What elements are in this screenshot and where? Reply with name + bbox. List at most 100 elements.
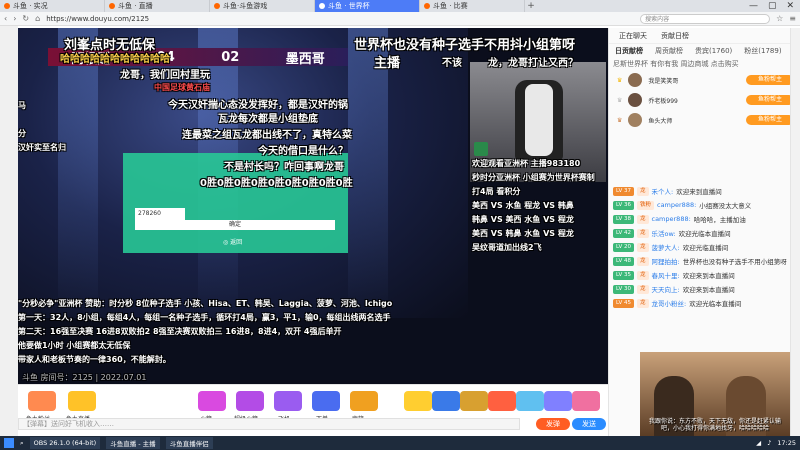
browser-tab[interactable]: 斗鱼·斗鱼游戏 — [210, 0, 315, 12]
chat-message[interactable]: LV 20 龙菠萝大人: 欢迎光临直播间 — [609, 240, 800, 254]
volume-icon[interactable]: ♪ — [767, 439, 771, 447]
browser-tab[interactable]: 斗鱼 · 比赛 — [420, 0, 525, 12]
taskbar-search-icon[interactable]: ⌕ — [20, 439, 24, 448]
close-icon[interactable]: ✕ — [786, 1, 794, 11]
dialog-back-button[interactable]: ◎ 返回 — [223, 237, 242, 246]
crown-icon: ♛ — [617, 116, 623, 124]
gift-icon[interactable] — [516, 391, 544, 411]
chair-stripe — [525, 84, 553, 156]
chat-message[interactable]: LV 37 龙禾个人: 欢迎来到直播间 — [609, 184, 800, 198]
minimize-icon[interactable]: — — [749, 1, 758, 11]
danmaku-input[interactable]: 【弹幕】送问好飞机收入…… — [18, 418, 520, 430]
gift-icon[interactable] — [432, 391, 460, 411]
gift-icon[interactable] — [572, 391, 600, 411]
chat-message[interactable]: LV 30 龙天天向上: 欢迎来到本直播间 — [609, 282, 800, 296]
chat-message[interactable]: LV 35 龙春风十里: 欢迎来到本直播间 — [609, 268, 800, 282]
super-rocket-icon[interactable] — [236, 391, 264, 411]
danmaku: 不是村长吗？咋回事啊龙哥 — [224, 162, 344, 173]
system-tray: ◢ ♪ 17:25 — [756, 439, 800, 447]
os-taskbar: ⌕ OBS 26.1.0 (64-bit) 斗鱼直播 - 主播 斗鱼直播伴侣 ◢… — [0, 436, 800, 450]
chat-username[interactable]: 菠萝大人: — [652, 242, 680, 252]
rules-line: "分秒必争"亚洲杯 赞助：时分秒 8位种子选手 小孩、Hisa、ET、韩吴、La… — [18, 299, 393, 308]
tab-favicon-icon — [319, 3, 325, 9]
send-button[interactable]: 发送 — [572, 418, 606, 430]
chat-message[interactable]: LV 42 龙乐活ow: 欢迎光临本直播间 — [609, 226, 800, 240]
chat-username[interactable]: 禾个人: — [652, 186, 674, 196]
gift-icon[interactable] — [28, 391, 56, 411]
panel-notice[interactable]: 尼斯世界杯 有你有我 周边商城 点击购买 — [609, 58, 800, 70]
pip-subtitle: 我跟你说：东方不败，天下无敌，你还是赶紧认输吧，小心我打得你满地找牙，哈哈哈哈哈 — [648, 418, 781, 432]
subtab-vip[interactable]: 贵宾(1760) — [695, 46, 732, 56]
gift-icon[interactable] — [544, 391, 572, 411]
taskbar-item[interactable]: OBS 26.1.0 (64-bit) — [29, 437, 101, 449]
network-icon[interactable]: ◢ — [756, 439, 761, 447]
home-icon[interactable]: ⌂ — [35, 14, 40, 23]
rank-row[interactable]: ♛ 乔老板999 鱼粉帮主 — [609, 90, 800, 110]
pip-video[interactable]: 我跟你说：东方不败，天下无敌，你还是赶紧认输吧，小心我打得你满地找牙，哈哈哈哈哈 — [640, 352, 790, 436]
chat-message[interactable]: LV 45 龙龙哥小粉丝: 欢迎光临本直播间 — [609, 296, 800, 310]
new-tab-button[interactable]: + — [525, 1, 537, 11]
reload-icon[interactable]: ↻ — [22, 14, 29, 23]
tab-rank[interactable]: 贡献日榜 — [661, 31, 689, 41]
fan-badge: 龙 — [636, 284, 649, 294]
rank-row[interactable]: ♛ 我是笑笑哥 鱼粉帮主 — [609, 70, 800, 90]
send-danmaku-button[interactable]: 发弹 — [536, 418, 570, 430]
chat-text: 世界杯也没有种子选手不用小组第呀 — [682, 258, 787, 266]
chat-username[interactable]: camper888: — [657, 201, 696, 209]
avatar — [628, 73, 643, 87]
plane-icon[interactable] — [274, 391, 302, 411]
fan-badge: 铁粉 — [636, 200, 654, 210]
danmaku: 汉奸实至名归 — [18, 143, 66, 152]
dialog-ok-button[interactable]: 确定 — [135, 220, 335, 230]
taskbar-item[interactable]: 斗鱼直播伴侣 — [165, 437, 213, 449]
browser-tab[interactable]: 斗鱼 · 实况 — [0, 0, 105, 12]
browser-search-input[interactable]: 搜索内容 — [640, 13, 771, 24]
stage-light — [348, 28, 388, 318]
rank-badge: 鱼粉帮主 — [746, 95, 794, 105]
info-line: 秒时分亚洲杯 小组赛为世界杯赛制 — [472, 173, 595, 182]
browser-tab[interactable]: 斗鱼 · 直播 — [105, 0, 210, 12]
rank-name: 鱼头大师 — [648, 117, 673, 125]
back-icon[interactable]: ‹ — [4, 14, 7, 23]
tab-chat[interactable]: 正在聊天 — [619, 31, 647, 41]
maximize-icon[interactable]: ▢ — [768, 1, 777, 11]
browser-tab-active[interactable]: 斗鱼 · 世界杯 — [315, 0, 420, 12]
rank-badge: 鱼粉帮主 — [746, 75, 794, 85]
clock[interactable]: 17:25 — [777, 439, 796, 447]
chat-message[interactable]: LV 38 龙 camper888: 哈哈哈，主播加油 — [609, 212, 800, 226]
star-icon[interactable]: ☆ — [776, 14, 783, 23]
rocket-icon[interactable] — [198, 391, 226, 411]
rank-name: 我是笑笑哥 — [648, 77, 679, 85]
order-icon[interactable] — [312, 391, 340, 411]
browser-tab-strip: 斗鱼 · 实况 斗鱼 · 直播 斗鱼·斗鱼游戏 斗鱼 · 世界杯 斗鱼 · 比赛… — [0, 0, 800, 12]
subtab-day[interactable]: 日贡献榜 — [615, 46, 643, 56]
rank-row[interactable]: ♛ 鱼头大师 鱼粉帮主 — [609, 110, 800, 130]
gift-icon[interactable] — [68, 391, 96, 411]
menu-icon[interactable]: ≡ — [789, 14, 796, 23]
forward-icon[interactable]: › — [13, 14, 16, 23]
subtab-week[interactable]: 周贡献榜 — [655, 46, 683, 56]
chat-username[interactable]: 天天向上: — [652, 284, 680, 294]
dialog-input[interactable]: 278260 — [135, 208, 185, 220]
chat-username[interactable]: 春风十里: — [652, 270, 680, 280]
chat-username[interactable]: 乐活ow: — [652, 228, 676, 238]
treasure-icon[interactable] — [350, 391, 378, 411]
chat-username[interactable]: camper888: — [652, 215, 691, 223]
chat-message[interactable]: LV 36 铁粉 camper888: 小组赛没太大意义 — [609, 198, 800, 212]
danmaku: 中国足球黄石庙 — [154, 83, 210, 92]
chat-username[interactable]: 龙哥小粉丝: — [652, 298, 687, 308]
taskbar-item[interactable]: 斗鱼直播 - 主播 — [106, 437, 160, 449]
gift-icon[interactable] — [488, 391, 516, 411]
info-line: 吴纹哥道加出线2飞 — [472, 243, 542, 252]
chat-message[interactable]: LV 48 龙阿狸拍拍: 世界杯也没有种子选手不用小组第呀 — [609, 254, 800, 268]
tab-favicon-icon — [4, 3, 10, 9]
gift-icon[interactable] — [460, 391, 488, 411]
url-field[interactable]: https://www.douyu.com/2125 — [46, 15, 246, 23]
tab-title: 斗鱼 · 实况 — [13, 2, 48, 10]
chat-username[interactable]: 阿狸拍拍: — [652, 256, 680, 266]
windows-start-icon[interactable] — [4, 438, 14, 448]
subtab-fans[interactable]: 粉丝(1789) — [744, 46, 781, 56]
address-bar: ‹ › ↻ ⌂ https://www.douyu.com/2125 搜索内容 … — [0, 12, 800, 26]
glowstick-icon[interactable] — [404, 391, 432, 411]
stream-video[interactable]: 阿根廷 04 02 墨西哥 278260 确定 ◎ 返回 刘峯点时无低保 哈哈哈… — [18, 28, 608, 384]
